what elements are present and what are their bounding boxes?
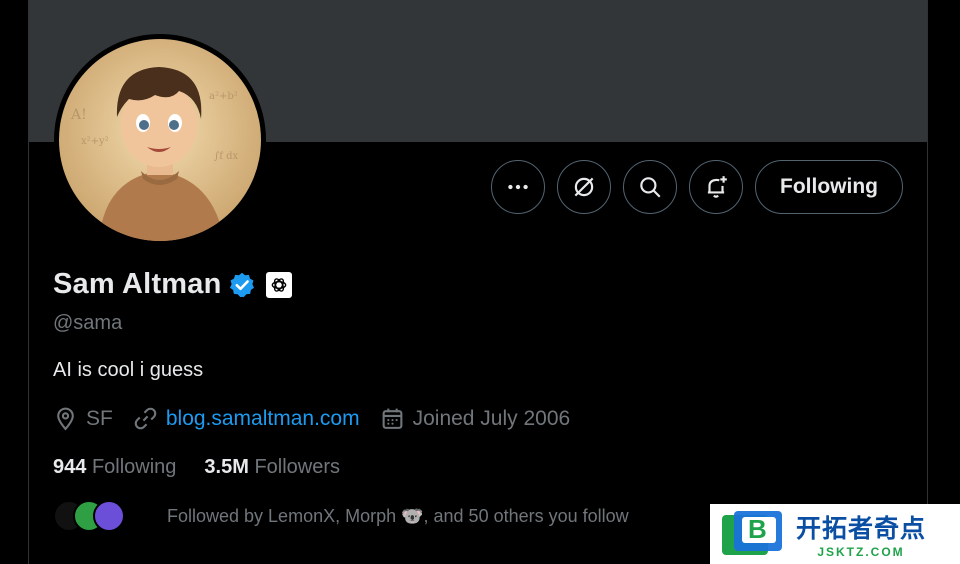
link-icon bbox=[134, 407, 157, 430]
following-count: 944 bbox=[53, 456, 87, 478]
watermark-logo-letter: B bbox=[748, 514, 767, 544]
svg-text:a²+b²: a²+b² bbox=[209, 91, 238, 102]
profile-bio: AI is cool i guess bbox=[53, 359, 204, 381]
svg-text:x²+y²: x²+y² bbox=[81, 136, 109, 147]
notifications-button[interactable] bbox=[689, 160, 744, 214]
verified-badge-icon[interactable] bbox=[228, 271, 256, 299]
followers-label: Followers bbox=[254, 456, 341, 478]
profile-name: Sam Altman bbox=[53, 268, 222, 300]
site-watermark: B 开拓者奇点 JSKTZ.COM bbox=[710, 504, 960, 564]
joined-item: Joined July 2006 bbox=[380, 406, 571, 431]
watermark-text: 开拓者奇点 JSKTZ.COM bbox=[796, 509, 926, 559]
watermark-logo: B bbox=[720, 509, 786, 559]
avatar-image: A! x²+y² a²+b² ∫f dx bbox=[59, 39, 261, 241]
mutual-avatars bbox=[53, 498, 129, 534]
location-text: SF bbox=[86, 406, 113, 430]
followers-count: 3.5M bbox=[204, 456, 249, 478]
grok-button[interactable] bbox=[557, 160, 612, 214]
following-button[interactable]: Following bbox=[755, 160, 903, 214]
following-label: Following bbox=[91, 456, 177, 478]
notification-bell-icon bbox=[707, 176, 727, 198]
profile-avatar[interactable]: A! x²+y² a²+b² ∫f dx bbox=[54, 34, 266, 246]
followed-by-text: Followed by LemonX, Morph 🐨, and 50 othe… bbox=[167, 505, 629, 526]
search-icon bbox=[640, 177, 661, 198]
location-pin-icon bbox=[57, 407, 74, 431]
search-button[interactable] bbox=[623, 160, 678, 214]
website-link[interactable]: blog.samaltman.com bbox=[166, 407, 360, 431]
website-item: blog.samaltman.com bbox=[133, 406, 360, 431]
openai-logo-icon bbox=[271, 277, 286, 292]
svg-text:∫f dx: ∫f dx bbox=[214, 151, 238, 162]
following-stat-link[interactable]: 944 Following bbox=[53, 456, 176, 479]
location-item: SF bbox=[53, 406, 113, 431]
profile-meta: SF blog.samaltman.com Joined July 2006 bbox=[53, 406, 590, 431]
followers-you-know[interactable]: Followed by LemonX, Morph 🐨, and 50 othe… bbox=[53, 498, 629, 534]
more-button[interactable] bbox=[491, 160, 546, 214]
profile-column: A! x²+y² a²+b² ∫f dx Following Sam Altma… bbox=[28, 0, 928, 564]
profile-name-row: Sam Altman bbox=[53, 268, 292, 301]
followers-stat-link[interactable]: 3.5M Followers bbox=[204, 456, 340, 479]
watermark-subtitle: JSKTZ.COM bbox=[817, 545, 905, 559]
calendar-icon bbox=[382, 408, 402, 429]
more-icon bbox=[508, 184, 528, 190]
grok-icon bbox=[574, 177, 594, 197]
joined-text: Joined July 2006 bbox=[412, 406, 571, 430]
profile-stats: 944 Following 3.5M Followers bbox=[53, 456, 368, 479]
mutual-avatar bbox=[93, 500, 125, 532]
svg-text:A!: A! bbox=[70, 107, 87, 123]
profile-handle: @sama bbox=[53, 312, 123, 334]
affiliation-badge-icon[interactable] bbox=[265, 271, 292, 298]
watermark-title: 开拓者奇点 bbox=[796, 515, 927, 543]
profile-actions: Following bbox=[491, 160, 903, 214]
